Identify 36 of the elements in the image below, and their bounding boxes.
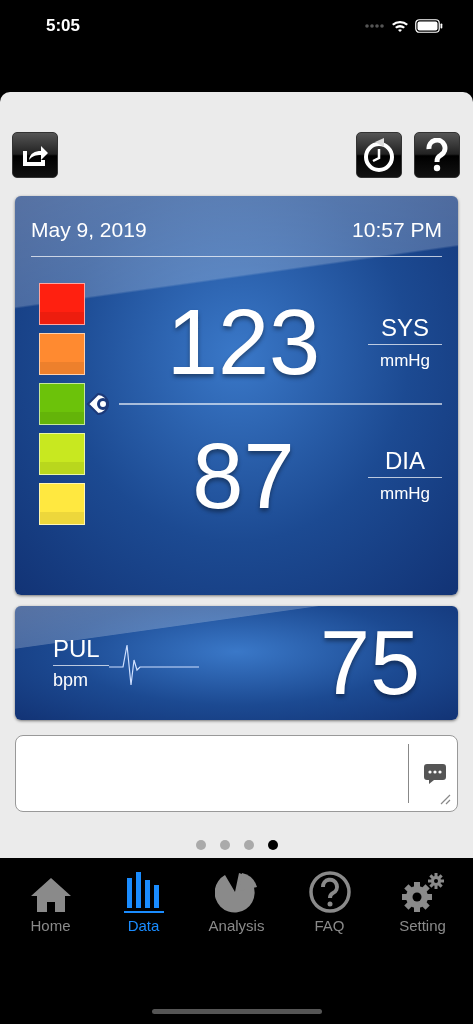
page-dot[interactable]	[219, 840, 230, 850]
tab[interactable]: Analysis	[191, 866, 282, 934]
systolic-value: 123	[165, 296, 322, 388]
note-field[interactable]	[15, 735, 458, 812]
pulse-unit: bpm	[53, 669, 89, 691]
signal-icon	[365, 23, 385, 29]
comment-icon	[423, 761, 447, 786]
gears-icon	[399, 872, 446, 914]
page-dot[interactable]	[267, 840, 278, 850]
battery-icon	[415, 19, 443, 33]
page-dot[interactable]	[195, 840, 206, 850]
diastolic-unit: mmHg	[379, 483, 431, 504]
status-time: 5:05	[46, 16, 81, 36]
pulse-label: PUL	[53, 635, 109, 666]
diastolic-label: DIA	[368, 447, 442, 478]
history-button[interactable]	[356, 132, 402, 178]
tab[interactable]: Setting	[377, 866, 468, 934]
wifi-icon	[391, 19, 409, 33]
share-button[interactable]	[12, 132, 58, 178]
tab[interactable]: Data	[98, 866, 189, 934]
resize-grip-icon	[439, 793, 451, 805]
page-dot[interactable]	[243, 840, 254, 850]
bar-chart-icon	[123, 870, 164, 914]
help-icon	[307, 870, 352, 914]
clock-icon	[361, 137, 397, 173]
reading-date: May 9, 2019	[31, 218, 147, 242]
tab[interactable]: FAQ	[284, 866, 375, 934]
reading-time: 10:57 PM	[352, 218, 442, 242]
systolic-unit: mmHg	[379, 349, 431, 371]
help-button[interactable]	[414, 132, 460, 178]
systolic-label: SYS	[368, 313, 442, 345]
pulse-value: 75	[318, 618, 420, 708]
help-icon	[425, 138, 449, 172]
pie-chart-icon	[214, 870, 259, 914]
tab[interactable]: Home	[5, 866, 96, 934]
diastolic-value: 87	[191, 429, 296, 522]
